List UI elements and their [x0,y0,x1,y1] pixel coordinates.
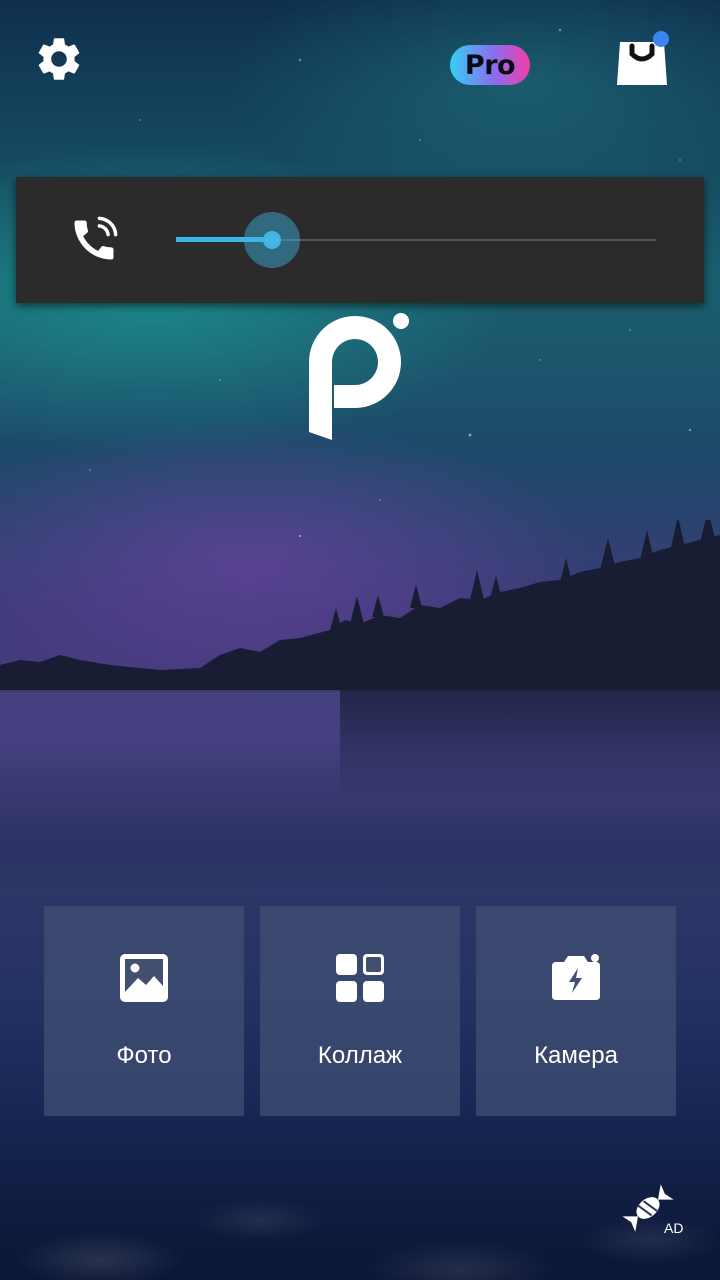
photo-label: Фото [116,1042,172,1069]
camera-tile[interactable]: Камера [476,906,676,1116]
camera-icon [552,954,600,1000]
grid-icon [336,954,384,1002]
action-tiles: Фото Коллаж Камера [44,906,676,1116]
collage-label: Коллаж [317,1042,403,1069]
ad-label: AD [664,1220,684,1236]
camera-label: Камера [534,1042,618,1069]
collage-tile[interactable]: Коллаж [260,906,460,1116]
photo-tile[interactable]: Фото [44,906,244,1116]
settings-button[interactable] [30,30,88,88]
pro-badge[interactable]: Pro [450,45,530,85]
pro-label: Pro [464,49,516,81]
image-icon [120,954,168,1002]
ad-button[interactable]: AD [618,1178,690,1242]
shopping-bag-icon [617,31,669,85]
volume-panel [16,177,704,303]
background-rocks [0,1150,720,1280]
shop-button[interactable] [612,30,672,90]
home-screen: Pro Фото Коллаж Камера AD [0,0,720,1280]
phone-in-call-icon [74,216,118,260]
notification-dot [653,31,669,47]
background-reflection [340,690,720,800]
slider-thumb[interactable] [263,231,281,249]
gear-icon [38,38,80,80]
volume-slider[interactable] [176,210,656,270]
picsart-logo [309,313,409,440]
